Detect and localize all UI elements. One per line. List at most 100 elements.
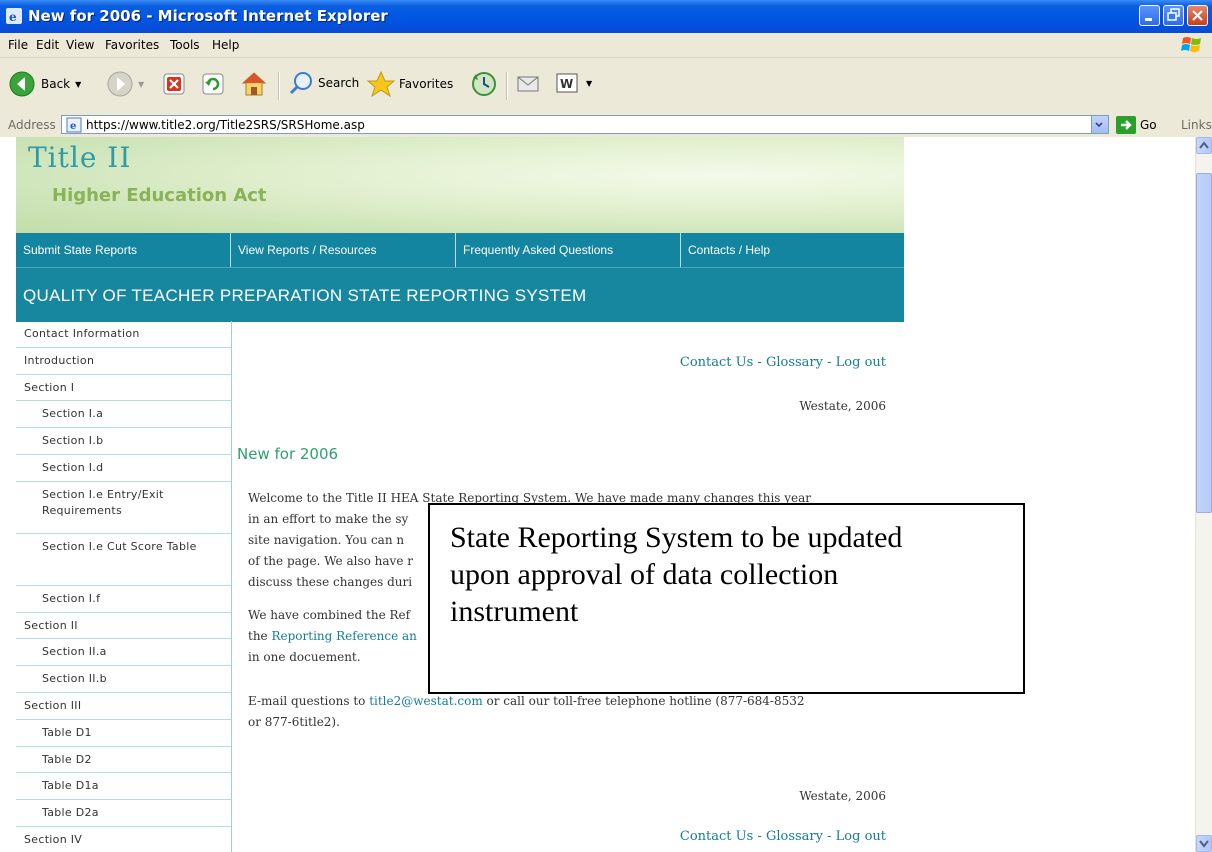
sidebar-item[interactable]: Section I.f [16,586,231,613]
paragraph-text: or call our toll-free telephone hotline … [482,694,805,708]
site-logo-title[interactable]: Title II [28,141,131,174]
vertical-scrollbar[interactable] [1195,137,1212,852]
glossary-link[interactable]: Glossary [766,829,823,844]
scroll-up-button[interactable] [1196,137,1212,154]
restore-button[interactable] [1163,5,1184,26]
home-icon [241,72,267,96]
sidebar-item[interactable]: Section I.d [16,455,231,482]
favorites-button[interactable]: Favorites [366,70,453,98]
favorites-star-icon [366,70,396,98]
search-icon [289,72,312,95]
link-separator: - [822,829,836,844]
sidebar-item[interactable]: Section I.a [16,401,231,429]
menu-tools[interactable]: Tools [170,38,200,52]
sidebar-item[interactable]: Section I [16,375,231,402]
title-bar[interactable]: e New for 2006 - Microsoft Internet Expl… [0,0,1212,33]
logout-link[interactable]: Log out [836,355,886,370]
date-label-bottom: Westate, 2006 [799,789,886,803]
sidebar-item-label: Section III [24,699,82,712]
menu-file[interactable]: File [8,38,28,52]
update-notice-box: State Reporting System to be updated upo… [428,503,1025,694]
stop-button[interactable] [162,72,186,96]
menu-view[interactable]: View [66,38,94,52]
scroll-down-button[interactable] [1196,835,1212,852]
sidebar-item[interactable]: Section II [16,613,231,640]
window-title: New for 2006 - Microsoft Internet Explor… [28,7,388,25]
contact-us-link[interactable]: Contact Us [680,355,753,370]
sidebar-item[interactable]: Table D2 [16,747,231,774]
back-arrow-icon [9,71,35,97]
history-button[interactable] [470,70,498,98]
nav-faq[interactable]: Frequently Asked Questions [456,233,681,267]
sidebar-nav: Contact Information Introduction Section I… [16,321,232,852]
update-notice-text: State Reporting System to be updated upo… [450,521,903,628]
search-button[interactable]: Search [288,70,359,96]
sidebar-item[interactable]: Section III [16,693,231,720]
edit-dropdown-icon[interactable]: ▼ [586,79,592,88]
top-links: Contact Us - Glossary - Log out [680,355,886,370]
nav-contacts-help[interactable]: Contacts / Help [681,233,904,267]
home-button[interactable] [240,70,268,98]
bottom-links: Contact Us - Glossary - Log out [680,829,886,844]
sidebar-item-label: Section II.b [42,672,107,686]
contact-us-link[interactable]: Contact Us [680,829,753,844]
forward-button[interactable]: ▼ [106,70,144,98]
paragraph-line: E-mail questions to title2@westat.com or… [248,691,888,712]
address-url[interactable]: https://www.title2.org/Title2SRS/SRSHome… [86,118,365,132]
favorites-label: Favorites [399,77,454,91]
back-label: Back [41,77,71,91]
back-dropdown-icon[interactable]: ▼ [75,80,81,89]
glossary-link[interactable]: Glossary [766,355,823,370]
sidebar-item[interactable]: Section I.b [16,428,231,455]
sidebar-item[interactable]: Table D1a [16,773,231,801]
sidebar-item-label: Section IV [24,833,83,846]
sidebar-item[interactable]: Section I.e Entry/Exit Requirements [16,482,231,534]
contact-paragraph: E-mail questions to title2@westat.com or… [248,691,888,733]
browser-window: e New for 2006 - Microsoft Internet Expl… [0,0,1212,852]
nav-view-reports[interactable]: View Reports / Resources [231,233,456,267]
sidebar-item-label: Section I.d [42,461,104,474]
svg-text:e: e [9,10,17,24]
sidebar-item-label: Section I.f [42,591,101,605]
link-separator: - [822,355,836,370]
paragraph-text: the [248,629,272,643]
system-title-bar: QUALITY OF TEACHER PREPARATION STATE REP… [16,267,904,322]
address-dropdown-button[interactable] [1091,116,1108,133]
svg-text:e: e [70,121,76,132]
forward-arrow-icon [107,71,133,97]
sidebar-item-label: Section I [24,380,75,394]
paragraph-line: or 877-6title2). [248,715,340,729]
menu-favorites[interactable]: Favorites [105,38,159,52]
page-heading: New for 2006 [237,445,339,463]
mail-button[interactable] [514,70,542,98]
main-nav: Submit State Reports View Reports / Reso… [16,233,904,267]
sidebar-item[interactable]: Contact Information [16,321,231,348]
nav-submit-state-reports[interactable]: Submit State Reports [16,233,231,267]
scroll-thumb[interactable] [1196,173,1212,513]
forward-dropdown-icon[interactable]: ▼ [138,80,144,89]
menu-edit[interactable]: Edit [36,38,59,52]
go-button[interactable]: Go [1116,116,1157,134]
sidebar-item[interactable]: Introduction [16,348,231,375]
date-label: Westate, 2006 [799,399,886,413]
email-link[interactable]: title2@westat.com [369,694,483,708]
close-button[interactable] [1187,5,1208,26]
sidebar-item-label: Section I.e Cut Score Table [42,539,197,553]
logout-link[interactable]: Log out [836,829,886,844]
sidebar-item[interactable]: Table D1 [16,720,231,747]
address-input[interactable]: e https://www.title2.org/Title2SRS/SRSHo… [61,115,1109,134]
links-button[interactable]: Links [1181,118,1212,132]
sidebar-item[interactable]: Section I.e Cut Score Table [16,534,231,586]
sidebar-item[interactable]: Section II.a [16,639,231,667]
minimize-button[interactable] [1139,5,1160,26]
edit-button[interactable]: W ▼ [555,72,592,94]
site-logo-subtitle: Higher Education Act [52,185,267,206]
sidebar-item[interactable]: Table D2a [16,800,231,827]
refresh-button[interactable] [201,72,225,96]
sidebar-item[interactable]: Section II.b [16,666,231,693]
reporting-reference-link[interactable]: Reporting Reference an [271,629,416,643]
sidebar-item[interactable]: Section IV [16,827,231,852]
sidebar-item-label: Section I.e Entry/Exit Requirements [42,487,164,517]
menu-help[interactable]: Help [212,38,239,52]
back-button[interactable]: Back ▼ [8,70,81,98]
